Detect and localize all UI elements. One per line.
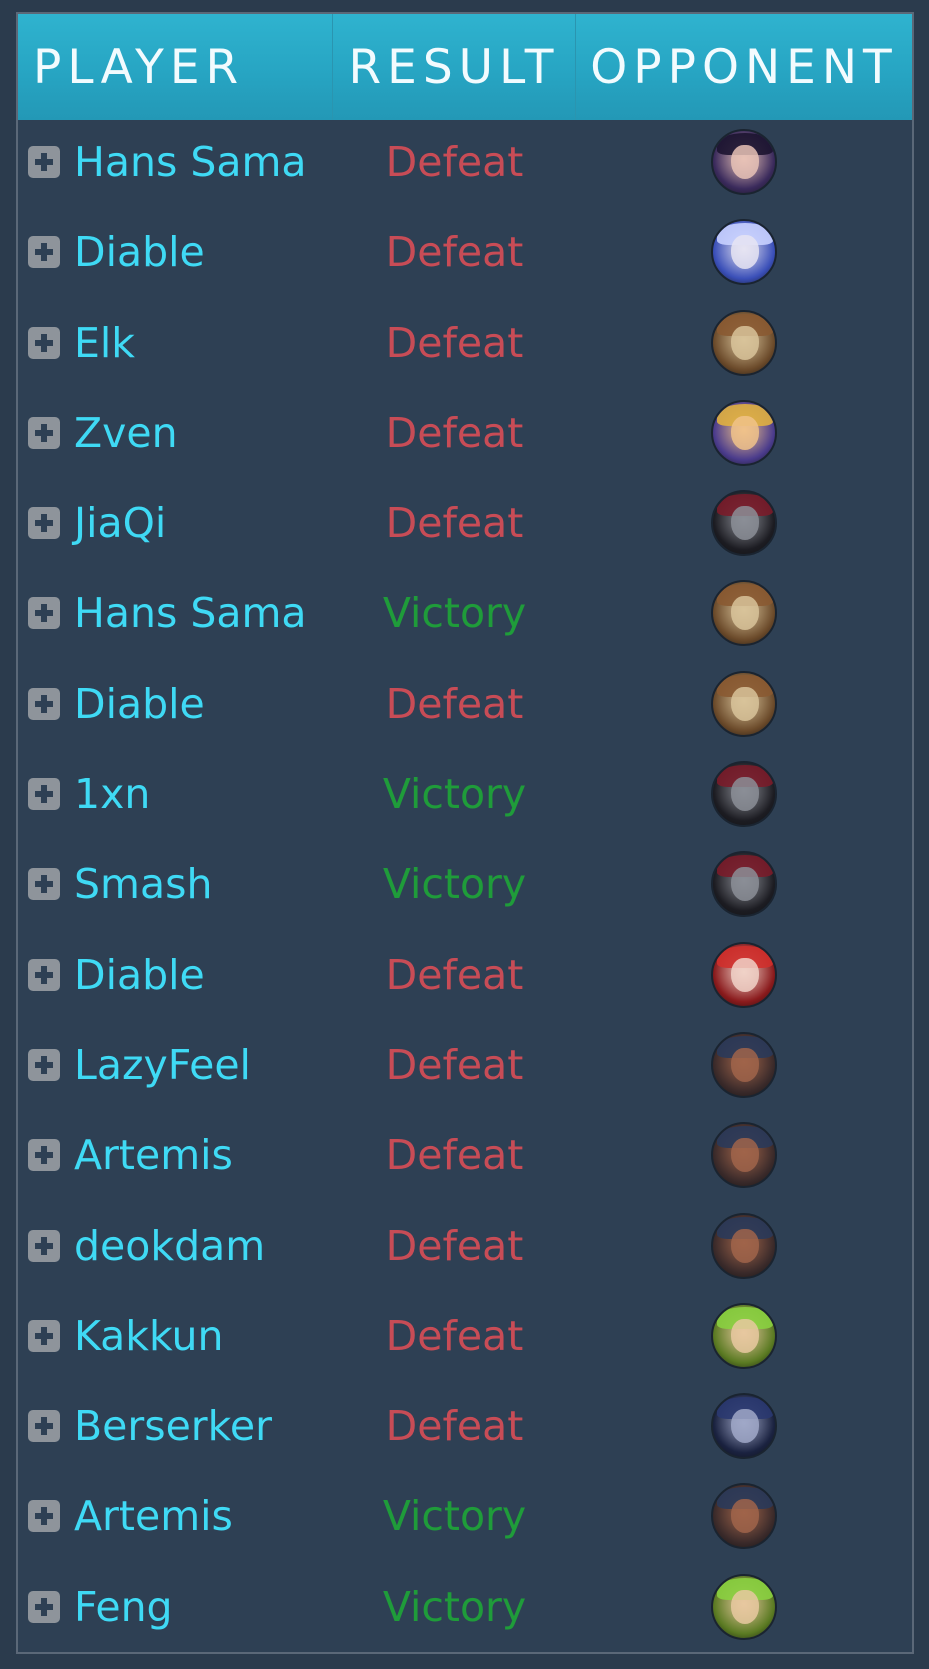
expand-row-icon[interactable]: [28, 416, 60, 449]
table-header: PLAYER RESULT OPPONENT: [18, 14, 912, 120]
match-result: Defeat: [385, 499, 524, 548]
match-result: Victory: [382, 1492, 527, 1541]
goggled-yordle-portrait-icon[interactable]: [711, 670, 777, 737]
dark-hooded-champion-portrait-icon[interactable]: [711, 1393, 777, 1460]
expand-row-icon[interactable]: [28, 507, 60, 540]
expand-row-icon[interactable]: [28, 687, 60, 720]
match-result: Victory: [382, 589, 527, 638]
player-name[interactable]: Diable: [74, 945, 205, 1005]
expand-row-icon[interactable]: [28, 1319, 60, 1352]
match-result: Defeat: [385, 1131, 524, 1180]
bald-warrior-portrait-icon[interactable]: [711, 1483, 777, 1550]
expand-row-icon[interactable]: [28, 597, 60, 630]
match-result: Victory: [382, 860, 527, 909]
table-row[interactable]: Diable Defeat: [18, 941, 912, 1035]
expand-row-icon[interactable]: [28, 1048, 60, 1081]
player-name[interactable]: Kakkun: [74, 1306, 224, 1366]
match-result: Defeat: [385, 318, 524, 367]
green-haired-champion-portrait-icon[interactable]: [711, 1573, 777, 1640]
player-name[interactable]: Diable: [74, 674, 205, 734]
player-name[interactable]: Smash: [74, 854, 212, 914]
masked-champion-portrait-icon[interactable]: [711, 851, 777, 918]
bald-warrior-portrait-icon[interactable]: [711, 1122, 777, 1189]
goggled-yordle-portrait-icon[interactable]: [711, 309, 777, 376]
table-row[interactable]: Diable Defeat: [18, 670, 912, 764]
match-result: Defeat: [385, 1040, 524, 1089]
table-row[interactable]: Elk Defeat: [18, 309, 912, 403]
match-result: Defeat: [385, 228, 524, 277]
masked-champion-portrait-icon[interactable]: [711, 761, 777, 828]
expand-row-icon[interactable]: [28, 146, 60, 178]
goggled-yordle-portrait-icon[interactable]: [711, 580, 777, 647]
player-name[interactable]: Artemis: [74, 1125, 233, 1185]
match-result: Defeat: [385, 1402, 524, 1451]
match-result: Defeat: [385, 950, 524, 999]
player-name[interactable]: Elk: [74, 313, 135, 373]
match-result: Defeat: [385, 679, 524, 728]
white-haired-champion-portrait-icon[interactable]: [711, 219, 777, 286]
expand-row-icon[interactable]: [28, 778, 60, 811]
match-result: Defeat: [385, 408, 524, 457]
table-row[interactable]: Hans Sama Victory: [18, 580, 912, 673]
table-row[interactable]: Feng Victory: [18, 1573, 912, 1667]
table-row[interactable]: LazyFeel Defeat: [18, 1031, 912, 1125]
table-row[interactable]: Hans Sama Defeat: [18, 129, 912, 222]
player-name[interactable]: Hans Sama: [74, 583, 307, 643]
column-header-result[interactable]: RESULT: [333, 14, 576, 120]
bald-warrior-portrait-icon[interactable]: [711, 1031, 777, 1098]
blonde-champion-portrait-icon[interactable]: [711, 399, 777, 466]
player-name[interactable]: Zven: [74, 403, 178, 463]
player-name[interactable]: Diable: [74, 222, 205, 282]
match-result: Defeat: [385, 1221, 524, 1270]
match-history-table: PLAYER RESULT OPPONENT Hans Sama Defeat Di…: [16, 12, 914, 1654]
table-row[interactable]: Zven Defeat: [18, 399, 912, 493]
table-row[interactable]: Berserker Defeat: [18, 1393, 912, 1486]
table-row[interactable]: Smash Victory: [18, 851, 912, 944]
player-name[interactable]: Artemis: [74, 1486, 233, 1546]
match-result: Victory: [382, 1582, 527, 1631]
player-name[interactable]: JiaQi: [74, 493, 166, 553]
masked-champion-portrait-icon[interactable]: [711, 490, 777, 557]
player-name[interactable]: Feng: [74, 1577, 173, 1637]
expand-row-icon[interactable]: [28, 1410, 60, 1443]
match-result: Victory: [382, 770, 527, 819]
player-name[interactable]: deokdam: [74, 1216, 265, 1276]
expand-row-icon[interactable]: [28, 1500, 60, 1533]
expand-row-icon[interactable]: [28, 1229, 60, 1262]
table-row[interactable]: Kakkun Defeat: [18, 1302, 912, 1396]
expand-row-icon[interactable]: [28, 326, 60, 359]
player-name[interactable]: Berserker: [74, 1396, 272, 1456]
bald-warrior-portrait-icon[interactable]: [711, 1212, 777, 1279]
player-name[interactable]: Hans Sama: [74, 132, 307, 192]
player-name[interactable]: LazyFeel: [74, 1035, 251, 1095]
match-result: Defeat: [385, 1311, 524, 1360]
table-body: Hans Sama Defeat Diable Defeat Elk Defeat Zven…: [18, 129, 912, 1667]
table-row[interactable]: 1xn Victory: [18, 761, 912, 854]
expand-row-icon[interactable]: [28, 868, 60, 901]
player-name[interactable]: 1xn: [74, 764, 150, 824]
expand-row-icon[interactable]: [28, 1590, 60, 1623]
expand-row-icon[interactable]: [28, 1139, 60, 1172]
match-result: Defeat: [385, 138, 524, 186]
column-header-player[interactable]: PLAYER: [18, 14, 333, 120]
dark-haired-champion-portrait-icon[interactable]: [711, 129, 777, 195]
table-row[interactable]: Artemis Victory: [18, 1483, 912, 1576]
table-row[interactable]: JiaQi Defeat: [18, 490, 912, 583]
table-row[interactable]: deokdam Defeat: [18, 1212, 912, 1306]
expand-row-icon[interactable]: [28, 236, 60, 269]
table-row[interactable]: Artemis Defeat: [18, 1122, 912, 1215]
column-header-opponent[interactable]: OPPONENT: [576, 14, 912, 120]
expand-row-icon[interactable]: [28, 958, 60, 991]
red-haired-champion-portrait-icon[interactable]: [711, 941, 777, 1008]
green-haired-champion-portrait-icon[interactable]: [711, 1302, 777, 1369]
table-row[interactable]: Diable Defeat: [18, 219, 912, 312]
